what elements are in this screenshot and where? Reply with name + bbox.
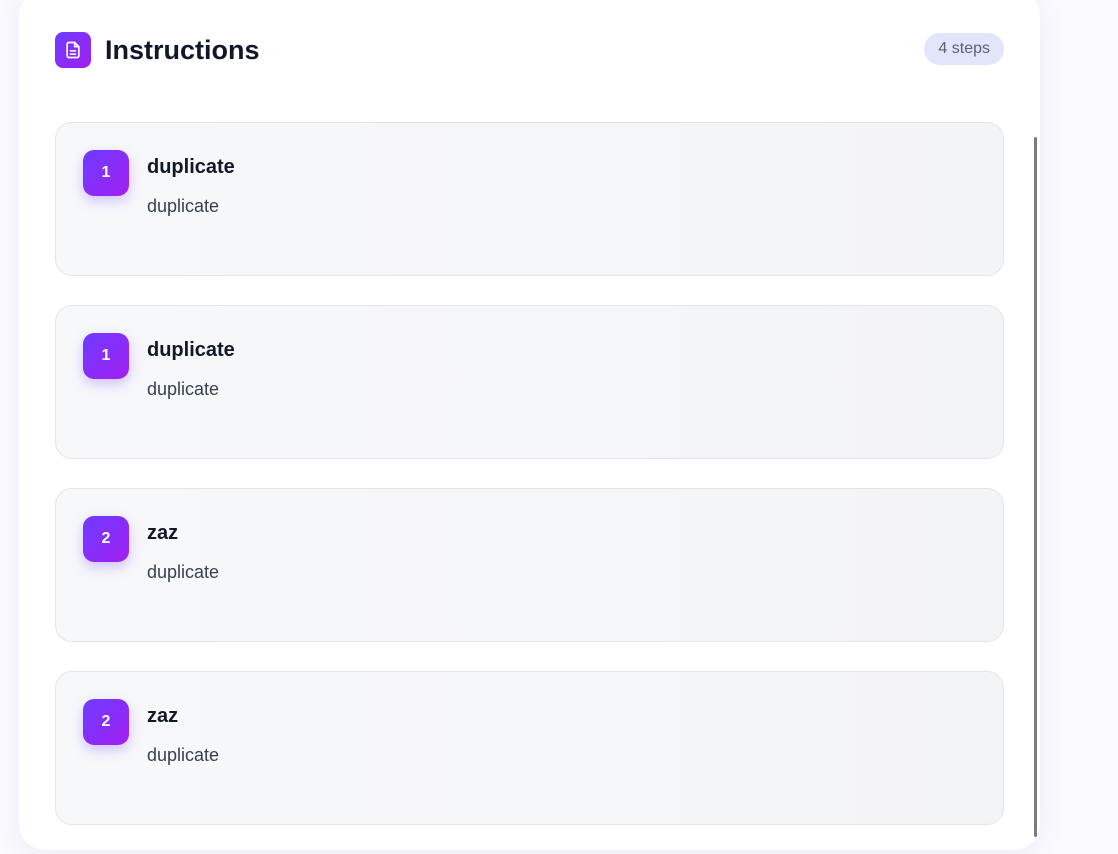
step-card: 1 duplicate duplicate	[55, 122, 1004, 276]
step-card: 2 zaz duplicate	[55, 488, 1004, 642]
step-title: zaz	[147, 705, 179, 727]
step-number-badge: 2	[83, 699, 129, 745]
page-title: Instructions	[105, 35, 260, 65]
step-card: 2 zaz duplicate	[55, 671, 1004, 825]
instructions-header: Instructions 4 steps	[55, 32, 1004, 68]
step-description: duplicate	[147, 379, 220, 399]
step-count-badge: 4 steps	[924, 33, 1004, 65]
step-number-badge: 1	[83, 333, 129, 379]
step-title: zaz	[147, 522, 179, 544]
step-card: 1 duplicate duplicate	[55, 305, 1004, 459]
instructions-panel: Instructions 4 steps 1 duplicate duplica…	[19, 0, 1040, 850]
step-number-badge: 2	[83, 516, 129, 562]
step-description: duplicate	[147, 745, 220, 765]
step-description: duplicate	[147, 196, 220, 216]
document-icon	[55, 32, 91, 68]
step-description: duplicate	[147, 562, 220, 582]
steps-list: 1 duplicate duplicate 1 duplicate duplic…	[55, 122, 1004, 854]
step-title: duplicate	[147, 339, 235, 361]
step-title: duplicate	[147, 156, 235, 178]
step-number-badge: 1	[83, 150, 129, 196]
scrollbar[interactable]	[1034, 137, 1037, 837]
